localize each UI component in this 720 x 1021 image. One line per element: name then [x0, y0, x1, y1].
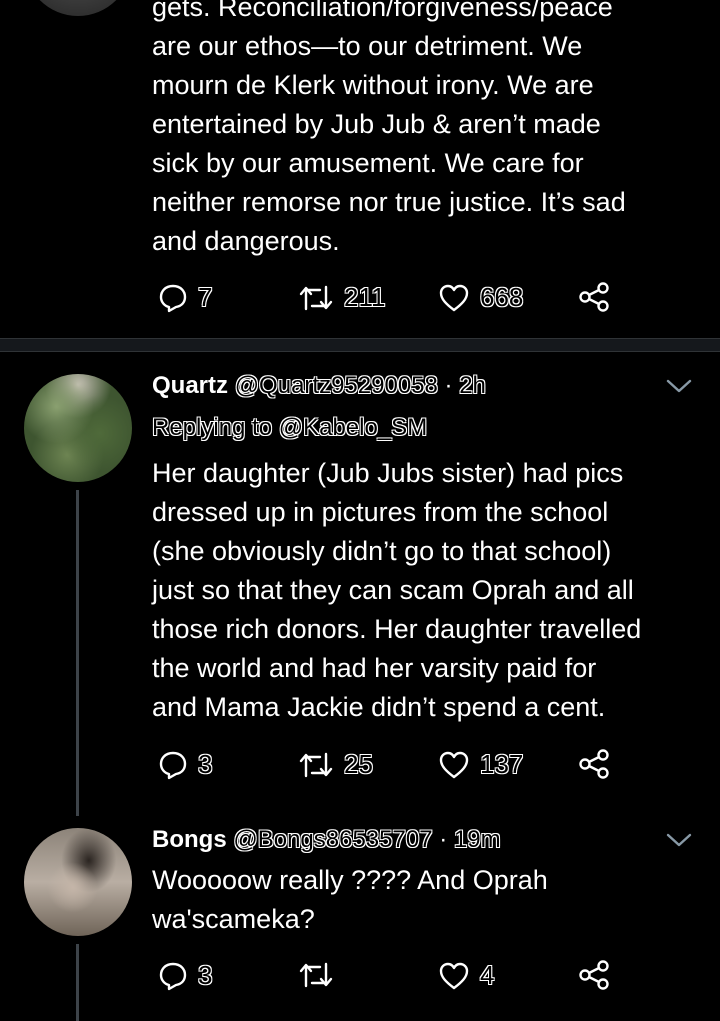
tweet-line: neither remorse nor true justice. It’s s…	[152, 187, 626, 217]
share-button[interactable]	[578, 282, 610, 312]
tweet-text: gets. Reconciliation/forgiveness/peace a…	[152, 0, 712, 261]
avatar[interactable]	[24, 374, 132, 482]
reply-count: 3	[198, 960, 213, 990]
reply-button[interactable]: 7	[158, 282, 212, 313]
tweet-line: sick by our amusement. We care for	[152, 148, 584, 178]
tweet-line: the world and had her varsity paid for	[152, 653, 597, 683]
tweet-line: those rich donors. Her daughter travelle…	[152, 614, 642, 644]
reply-button[interactable]: 3	[158, 960, 212, 991]
timestamp[interactable]: 2h	[459, 372, 486, 399]
reply-icon	[158, 961, 188, 991]
tweet-text: Wooooow really ???? And Oprah wa'scameka…	[152, 861, 712, 939]
share-button[interactable]	[578, 960, 610, 990]
like-count: 137	[480, 749, 524, 779]
share-icon	[578, 960, 610, 990]
tweet-line: and Mama Jackie didn’t spend a cent.	[152, 692, 606, 722]
thread-line	[76, 944, 79, 1021]
chevron-down-icon[interactable]	[666, 832, 692, 853]
timestamp[interactable]: 19m	[454, 826, 501, 853]
tweet-line: mourn de Klerk without irony. We are	[152, 70, 594, 100]
separator-dot: ·	[444, 372, 453, 399]
retweet-icon	[298, 960, 334, 990]
avatar[interactable]	[24, 0, 132, 16]
separator-dot: ·	[439, 826, 448, 853]
user-handle[interactable]: @Bongs86535707	[233, 826, 432, 853]
heart-icon	[438, 283, 470, 313]
tweet-line: and dangerous.	[152, 226, 340, 256]
share-icon	[578, 749, 610, 779]
user-handle[interactable]: @Quartz95290058	[235, 372, 438, 399]
section-divider	[0, 338, 720, 352]
tweet-header: Bongs @Bongs86535707 · 19m	[152, 826, 501, 854]
retweet-icon	[298, 750, 334, 780]
tweet-line: just so that they can scam Oprah and all	[152, 575, 634, 605]
tweet-line: wa'scameka?	[152, 904, 315, 934]
tweet-line: (she obviously didn’t go to that school)	[152, 536, 612, 566]
like-button[interactable]: 4	[438, 960, 494, 991]
retweet-button[interactable]: 211	[298, 282, 385, 313]
tweet-line: Her daughter (Jub Jubs sister) had pics	[152, 458, 624, 488]
like-count: 668	[480, 282, 524, 312]
reply-button[interactable]: 3	[158, 749, 212, 780]
avatar[interactable]	[24, 828, 132, 936]
share-button[interactable]	[578, 749, 610, 779]
retweet-count: 211	[344, 282, 386, 312]
reply-count: 3	[198, 749, 213, 779]
reply-icon	[158, 750, 188, 780]
tweet-header: Quartz @Quartz95290058 · 2h	[152, 372, 486, 400]
heart-icon	[438, 961, 470, 991]
like-count: 4	[480, 960, 495, 990]
display-name[interactable]: Bongs	[152, 826, 227, 853]
tweet-line: dressed up in pictures from the school	[152, 497, 609, 527]
share-icon	[578, 282, 610, 312]
like-button[interactable]: 668	[438, 282, 523, 313]
reply-icon	[158, 283, 188, 313]
retweet-icon	[298, 283, 334, 313]
display-name[interactable]: Quartz	[152, 372, 228, 399]
tweet-line: gets. Reconciliation/forgiveness/peace	[152, 0, 613, 22]
retweet-count: 25	[344, 749, 373, 779]
tweet-line: entertained by Jub Jub & aren’t made	[152, 109, 601, 139]
heart-icon	[438, 750, 470, 780]
tweet-text: Her daughter (Jub Jubs sister) had pics …	[152, 454, 712, 727]
retweet-button[interactable]: 25	[298, 749, 373, 780]
reply-count: 7	[198, 282, 213, 312]
retweet-button[interactable]	[298, 960, 334, 990]
chevron-down-icon[interactable]	[666, 378, 692, 399]
thread-line	[76, 490, 79, 816]
like-button[interactable]: 137	[438, 749, 523, 780]
tweet-line: are our ethos—to our detriment. We	[152, 31, 583, 61]
replying-to[interactable]: Replying to @Kabelo_SM	[152, 414, 427, 442]
tweet-line: Wooooow really ???? And Oprah	[152, 865, 548, 895]
